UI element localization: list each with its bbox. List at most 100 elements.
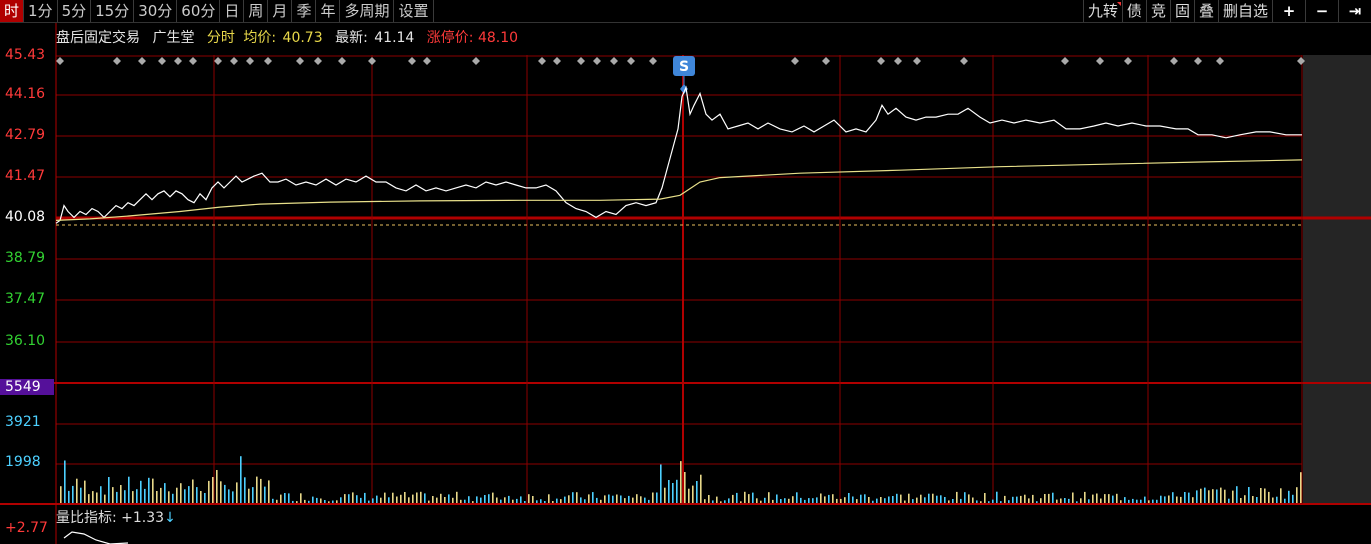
volume-bar: [160, 487, 162, 503]
volume-bar: [440, 493, 442, 503]
volume-bar: [616, 494, 618, 503]
volume-bar: [1256, 497, 1258, 503]
diamond-marker-icon: [246, 57, 254, 65]
volume-bar: [504, 497, 506, 503]
diamond-marker-icon: [627, 57, 635, 65]
volume-bar: [696, 481, 698, 503]
volume-bar: [744, 491, 746, 503]
volume-bar: [932, 493, 934, 503]
volume-bar: [60, 486, 62, 503]
left-axis: 45.43 44.16 42.79 41.47 40.08 38.79 37.47 36.10…: [0, 0, 56, 544]
volume-bar: [120, 485, 122, 503]
volume-bar: [236, 482, 238, 503]
period-tab-4[interactable]: 30分: [134, 0, 178, 22]
tool-button-2[interactable]: 竞: [1145, 0, 1170, 22]
price-tick-label: 36.10: [5, 333, 46, 349]
avg-price-label: 均价:: [243, 30, 277, 46]
volume-bar: [136, 489, 138, 503]
period-tab-9[interactable]: 季: [292, 0, 317, 22]
volume-bar: [456, 491, 458, 503]
zoom-out-icon[interactable]: −: [1305, 0, 1338, 22]
volume-bar: [1152, 499, 1154, 503]
volume-bar: [436, 497, 438, 503]
period-tab-11[interactable]: 多周期: [340, 0, 395, 22]
period-tab-8[interactable]: 月: [268, 0, 293, 22]
period-tab-12[interactable]: 设置: [394, 0, 434, 22]
volume-bar: [1292, 494, 1294, 503]
volume-bar: [1088, 499, 1090, 503]
volume-bar: [284, 493, 286, 503]
diamond-marker-icon: [877, 57, 885, 65]
volume-bar: [648, 499, 650, 503]
volume-bar: [608, 494, 610, 503]
zoom-in-icon[interactable]: +: [1272, 0, 1305, 22]
volume-bar: [1112, 495, 1114, 503]
volume-bar: [168, 491, 170, 503]
volume-bar: [316, 497, 318, 503]
price-tick-label: 38.79: [5, 250, 46, 266]
volume-bar: [972, 497, 974, 503]
volume-bar: [344, 494, 346, 503]
period-tab-6[interactable]: 日: [220, 0, 245, 22]
tool-button-5[interactable]: 删自选: [1217, 0, 1272, 22]
session-label: 盘后固定交易: [56, 30, 140, 46]
volume-bar: [784, 498, 786, 503]
volume-bar: [408, 497, 410, 503]
volume-bar: [1172, 492, 1174, 503]
tool-button-1[interactable]: 债: [1121, 0, 1146, 22]
period-tabs: 时 1分 5分 15分 30分 60分日周月季年多周期 设置: [0, 0, 434, 22]
volume-bar: [388, 497, 390, 503]
stock-name[interactable]: 广生堂: [152, 30, 194, 46]
period-tab-7[interactable]: 周: [244, 0, 269, 22]
volume-bar: [1100, 498, 1102, 503]
latest-price-value: 41.14: [374, 30, 415, 46]
volume-bar: [336, 500, 338, 503]
volume-bar: [196, 487, 198, 503]
volume-bar: [672, 483, 674, 503]
volume-bar: [460, 499, 462, 503]
volume-bar: [1244, 495, 1246, 503]
price-tick-label: 42.79: [5, 127, 46, 143]
period-tab-10[interactable]: 年: [316, 0, 341, 22]
expand-right-icon[interactable]: ⇥: [1338, 0, 1371, 22]
volume-bar: [924, 497, 926, 503]
chart-canvas[interactable]: S: [0, 0, 1371, 544]
volume-bar: [1280, 488, 1282, 503]
volume-bar: [1028, 498, 1030, 503]
volume-bar: [292, 500, 294, 503]
volume-bar: [156, 491, 158, 503]
volume-bar: [1116, 493, 1118, 503]
volume-bar: [328, 501, 330, 503]
volume-bar: [1128, 499, 1130, 503]
diamond-marker-icon: [472, 57, 480, 65]
volume-bar: [1108, 494, 1110, 503]
period-tab-5[interactable]: 60分: [177, 0, 221, 22]
volume-bar: [240, 456, 242, 503]
volume-bar: [796, 492, 798, 503]
volume-bar: [952, 499, 954, 503]
volume-bar: [544, 501, 546, 503]
volume-bar: [728, 498, 730, 503]
volume-bar: [1012, 496, 1014, 503]
tool-button-4[interactable]: 叠: [1193, 0, 1218, 22]
volume-bar: [948, 500, 950, 503]
tool-button-3[interactable]: 固: [1169, 0, 1194, 22]
latest-price-label: 最新:: [335, 30, 368, 46]
volume-bar: [400, 494, 402, 503]
volume-bar: [780, 499, 782, 503]
volume-bar: [772, 499, 774, 503]
volume-bar: [1232, 490, 1234, 503]
volume-bar: [308, 500, 310, 503]
volume-bar: [1140, 499, 1142, 503]
price-tick-label: 40.08: [5, 209, 46, 225]
volume-bar: [752, 492, 754, 503]
period-tab-2[interactable]: 5分: [58, 0, 92, 22]
period-tab-3[interactable]: 15分: [91, 0, 135, 22]
volume-bar: [476, 496, 478, 503]
volume-bar: [116, 491, 118, 503]
volume-bar: [140, 480, 142, 503]
tool-button-0[interactable]: 九转: [1082, 0, 1122, 22]
volume-bar: [552, 501, 554, 503]
volume-bar: [64, 460, 66, 503]
volume-bar: [980, 501, 982, 503]
